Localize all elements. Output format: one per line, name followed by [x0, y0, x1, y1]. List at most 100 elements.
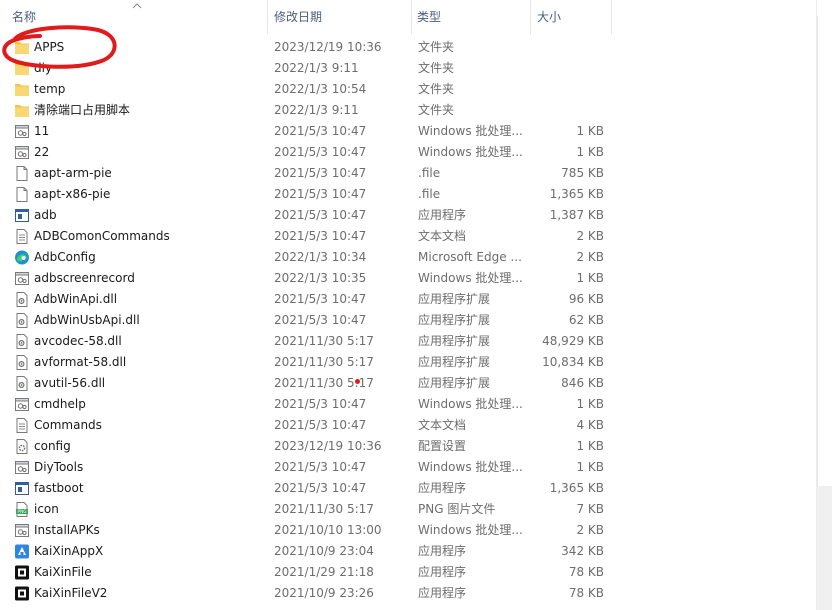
file-modified-date: 2021/5/3 10:47	[274, 229, 367, 243]
file-name: config	[34, 439, 71, 453]
file-type: .file	[418, 166, 441, 180]
file-row[interactable]: diy 2022/1/3 9:11 文件夹	[0, 58, 612, 79]
blank-file-icon	[14, 186, 30, 203]
file-row[interactable]: avutil-56.dll 2021/11/30 5:17 应用程序扩展 846 KB	[0, 373, 612, 394]
file-row[interactable]: config 2023/12/19 10:36 配置设置 1 KB	[0, 436, 612, 457]
file-row[interactable]: adbscreenrecord 2022/1/3 10:35 Windows 批处理…	[0, 268, 612, 289]
scrollbar-thumb[interactable]	[817, 16, 833, 486]
file-modified-date: 2021/5/3 10:47	[274, 187, 367, 201]
file-type: PNG 图片文件	[418, 502, 496, 516]
file-size: 96 KB	[568, 292, 604, 306]
column-header-type[interactable]: 类型	[413, 0, 531, 34]
file-size	[532, 100, 604, 121]
black-app-icon	[14, 585, 30, 602]
file-row[interactable]: APPS 2023/12/19 10:36 文件夹	[0, 37, 612, 58]
file-type: Windows 批处理...	[418, 460, 523, 474]
file-type: 文件夹	[418, 61, 455, 75]
column-header-size[interactable]: 大小	[533, 0, 612, 34]
file-name: cmdhelp	[34, 397, 86, 411]
file-row[interactable]: adb 2021/5/3 10:47 应用程序 1,387 KB	[0, 205, 612, 226]
file-type: 文本文档	[418, 418, 467, 432]
file-row[interactable]: KaiXinFileV2 2021/10/9 23:26 应用程序 78 KB	[0, 583, 612, 604]
file-modified-date: 2021/5/3 10:47	[274, 145, 367, 159]
file-modified-date: 2021/5/3 10:47	[274, 124, 367, 138]
file-row[interactable]: DiyTools 2021/5/3 10:47 Windows 批处理... 1 KB	[0, 457, 612, 478]
file-size: 48,929 KB	[542, 334, 604, 348]
file-name: adb	[34, 208, 57, 222]
file-name: AdbWinApi.dll	[34, 292, 118, 306]
file-modified-date: 2021/5/3 10:47	[274, 418, 367, 432]
file-name: KaiXinAppX	[34, 544, 104, 558]
file-type: 应用程序	[418, 586, 467, 600]
file-modified-date: 2021/11/30 5:17	[274, 502, 374, 516]
batch-file-icon	[14, 459, 30, 476]
folder-icon	[14, 60, 30, 77]
file-row[interactable]: avcodec-58.dll 2021/11/30 5:17 应用程序扩展 48,92…	[0, 331, 612, 352]
png-image-icon: PNG	[14, 501, 30, 518]
file-name: adbscreenrecord	[34, 271, 135, 285]
file-name: avutil-56.dll	[34, 376, 106, 390]
batch-file-icon	[14, 270, 30, 287]
file-row[interactable]: AdbConfig 2022/1/3 10:34 Microsoft Edge ..…	[0, 247, 612, 268]
file-row[interactable]: 11 2021/5/3 10:47 Windows 批处理... 1 KB	[0, 121, 612, 142]
file-modified-date: 2022/1/3 10:34	[274, 250, 367, 264]
file-name: AdbConfig	[34, 250, 96, 264]
file-name: aapt-x86-pie	[34, 187, 111, 201]
file-row[interactable]: Commands 2021/5/3 10:47 文本文档 4 KB	[0, 415, 612, 436]
file-type: 应用程序	[418, 481, 467, 495]
file-type: 文本文档	[418, 229, 467, 243]
file-name: Commands	[34, 418, 102, 432]
application-icon	[14, 207, 30, 224]
scrollbar-track[interactable]	[817, 486, 832, 610]
file-name: InstallAPKs	[34, 523, 100, 537]
file-row[interactable]: PNG icon 2021/11/30 5:17 PNG 图片文件 7 KB	[0, 499, 612, 520]
file-name: temp	[34, 82, 66, 96]
file-type: Windows 批处理...	[418, 271, 523, 285]
red-dot-annotation	[355, 379, 360, 384]
file-list: APPS 2023/12/19 10:36 文件夹 diy 2022/1/3 9:11 文…	[0, 37, 612, 604]
file-size: 78 KB	[568, 565, 604, 579]
file-name: avformat-58.dll	[34, 355, 127, 369]
file-row[interactable]: InstallAPKs 2021/10/10 13:00 Windows 批处理..…	[0, 520, 612, 541]
column-header-date[interactable]: 修改日期	[270, 0, 412, 34]
file-row[interactable]: avformat-58.dll 2021/11/30 5:17 应用程序扩展 10,8…	[0, 352, 612, 373]
file-row[interactable]: cmdhelp 2021/5/3 10:47 Windows 批处理... 1 KB	[0, 394, 612, 415]
file-size: 1 KB	[576, 397, 604, 411]
file-row[interactable]: KaiXinAppX 2021/10/9 23:04 应用程序 342 KB	[0, 541, 612, 562]
file-row[interactable]: 清除端口占用脚本 2022/1/3 9:11 文件夹	[0, 100, 612, 121]
batch-file-icon	[14, 123, 30, 140]
file-size	[532, 79, 604, 100]
file-type: 文件夹	[418, 82, 455, 96]
file-size: 78 KB	[568, 586, 604, 600]
file-modified-date: 2021/11/30 5:17	[274, 376, 374, 390]
file-row[interactable]: aapt-x86-pie 2021/5/3 10:47 .file 1,365 KB	[0, 184, 612, 205]
file-modified-date: 2021/5/3 10:47	[274, 292, 367, 306]
file-size: 1,387 KB	[549, 208, 604, 222]
dll-icon	[14, 291, 30, 308]
file-modified-date: 2021/5/3 10:47	[274, 166, 367, 180]
file-type: Windows 批处理...	[418, 124, 523, 138]
dll-icon	[14, 354, 30, 371]
folder-icon	[14, 39, 30, 56]
file-type: .file	[418, 187, 441, 201]
dll-icon	[14, 375, 30, 392]
file-row[interactable]: AdbWinApi.dll 2021/5/3 10:47 应用程序扩展 96 KB	[0, 289, 612, 310]
folder-icon	[14, 102, 30, 119]
file-name: 22	[34, 145, 50, 159]
file-type: 应用程序	[418, 208, 467, 222]
file-modified-date: 2021/5/3 10:47	[274, 481, 367, 495]
file-row[interactable]: 22 2021/5/3 10:47 Windows 批处理... 1 KB	[0, 142, 612, 163]
file-row[interactable]: aapt-arm-pie 2021/5/3 10:47 .file 785 KB	[0, 163, 612, 184]
file-name: diy	[34, 61, 53, 75]
file-row[interactable]: ADBComonCommands 2021/5/3 10:47 文本文档 2 KB	[0, 226, 612, 247]
file-row[interactable]: KaiXinFile 2021/1/29 21:18 应用程序 78 KB	[0, 562, 612, 583]
file-row[interactable]: temp 2022/1/3 10:54 文件夹	[0, 79, 612, 100]
file-modified-date: 2021/10/9 23:04	[274, 544, 374, 558]
file-size: 2 KB	[576, 523, 604, 537]
file-row[interactable]: fastboot 2021/5/3 10:47 应用程序 1,365 KB	[0, 478, 612, 499]
text-document-icon	[14, 417, 30, 434]
column-header-name[interactable]: 名称	[8, 0, 268, 34]
file-name: DiyTools	[34, 460, 84, 474]
file-modified-date: 2021/11/30 5:17	[274, 334, 374, 348]
file-row[interactable]: AdbWinUsbApi.dll 2021/5/3 10:47 应用程序扩展 62 K…	[0, 310, 612, 331]
